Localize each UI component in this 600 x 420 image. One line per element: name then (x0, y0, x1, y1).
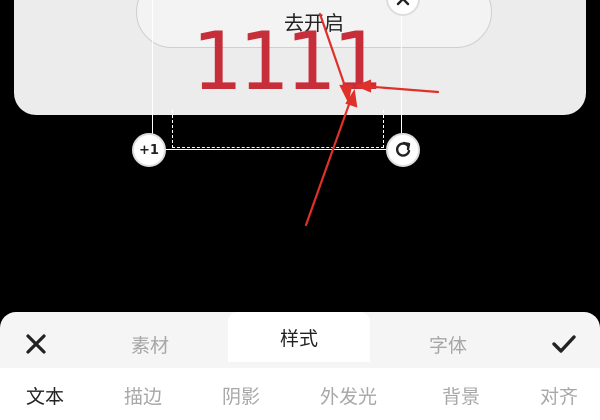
annotation-arrow (318, 12, 350, 97)
style-sub-tabs: 文本 描边 阴影 外发光 背景 对齐 (0, 368, 600, 420)
check-icon (552, 335, 576, 353)
subtab-shadow[interactable]: 阴影 (222, 382, 260, 409)
subtab-stroke[interactable]: 描边 (124, 382, 162, 409)
close-icon (26, 334, 46, 354)
subtab-align[interactable]: 对齐 (540, 382, 578, 409)
subtab-background[interactable]: 背景 (442, 382, 480, 409)
edit-panel: 素材 样式 字体 文本 描边 阴影 外发光 背景 对齐 (0, 312, 600, 420)
annotation-arrow (304, 94, 354, 227)
tab-material[interactable]: 素材 (110, 324, 190, 364)
subtab-glow[interactable]: 外发光 (320, 382, 377, 409)
annotation-arrowhead (355, 79, 372, 93)
tab-font[interactable]: 字体 (408, 324, 488, 364)
tab-style[interactable]: 样式 (228, 312, 370, 362)
confirm-button[interactable] (546, 326, 582, 362)
close-button[interactable] (18, 326, 54, 362)
annotation-arrow (360, 84, 440, 94)
subtab-text[interactable]: 文本 (26, 382, 64, 409)
annotation-arrows (304, 12, 440, 227)
